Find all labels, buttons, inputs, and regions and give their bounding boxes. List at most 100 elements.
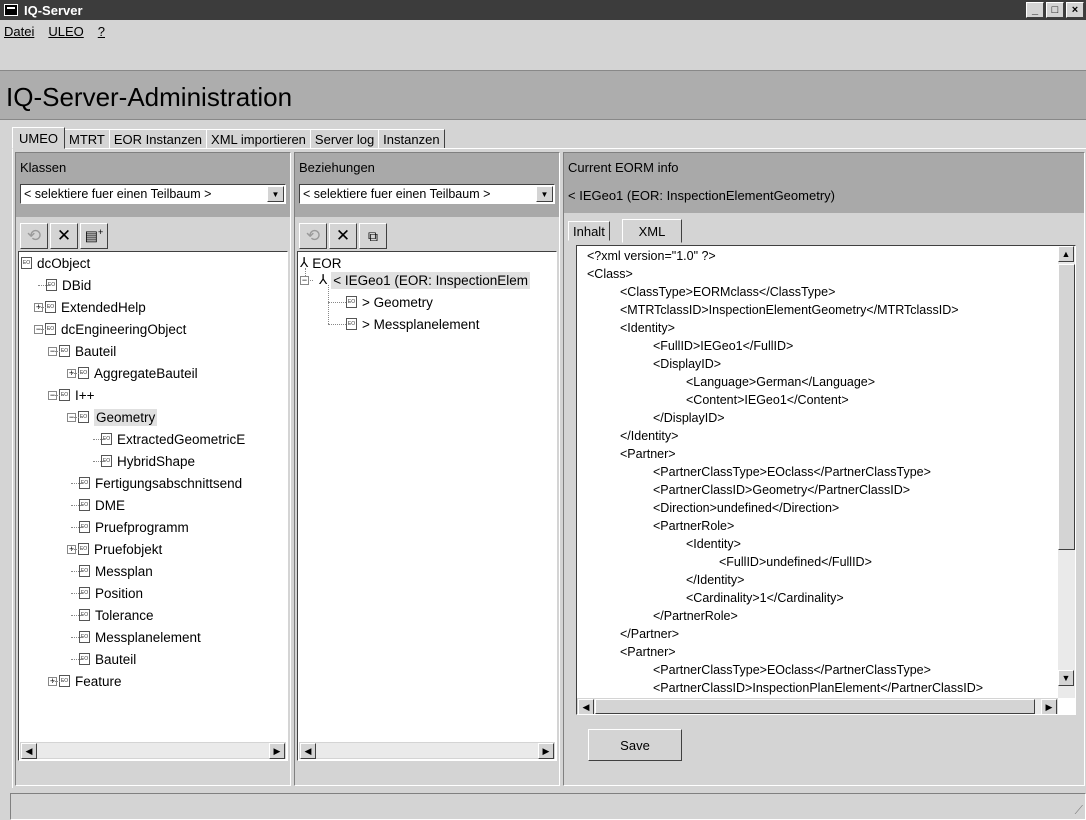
page-title: IQ-Server-Administration	[6, 82, 293, 112]
main-tabs: UMEO MTRT EOR Instanzen XML importieren …	[12, 127, 445, 149]
tree-node[interactable]: EO Messplan	[21, 560, 153, 582]
xml-line: <FullID>undefined</FullID>	[719, 555, 872, 569]
xml-line: <Content>IEGeo1</Content>	[686, 393, 849, 407]
scroll-right-button[interactable]: ▶	[538, 743, 554, 759]
add-class-button[interactable]: ▤+	[80, 223, 108, 249]
tree-node-label: > Geometry	[362, 294, 433, 310]
scroll-thumb[interactable]	[1058, 264, 1075, 550]
dropdown-arrow-icon[interactable]: ▼	[267, 186, 284, 202]
tree-node-label: Messplanelement	[95, 629, 201, 645]
tree-node[interactable]: EO ExtractedGeometricE	[21, 428, 245, 450]
resize-grip-icon[interactable]: ⟋	[1075, 803, 1083, 818]
menu-help[interactable]: ?	[98, 24, 105, 39]
tree-node-label: Feature	[75, 673, 122, 689]
scroll-up-button[interactable]: ▲	[1058, 246, 1074, 262]
add-relation-button[interactable]: ⧉	[359, 223, 387, 249]
close-button[interactable]: ×	[1066, 2, 1084, 18]
tree-node[interactable]: + EO AggregateBauteil	[21, 362, 198, 384]
tree-node-label: HybridShape	[117, 453, 196, 469]
tree-node-iegeo1[interactable]: − ⅄ < IEGeo1 (EOR: InspectionElem	[300, 269, 530, 291]
delete-x-icon: ✕	[56, 226, 72, 245]
tree-node[interactable]: EO Position	[21, 582, 143, 604]
class-icon: EO	[346, 296, 357, 308]
collapse-icon[interactable]: −	[300, 275, 309, 285]
tree-node[interactable]: EO dcObject	[21, 252, 90, 274]
title-bar[interactable]: IQ-Server _ □ ×	[0, 0, 1086, 20]
xml-line: <Partner>	[620, 645, 676, 659]
maximize-button[interactable]: □	[1046, 2, 1064, 18]
scroll-left-button[interactable]: ◀	[21, 743, 37, 759]
tree-node-label: dcEngineeringObject	[61, 321, 187, 337]
scroll-down-button[interactable]: ▼	[1058, 670, 1074, 686]
tab-umeo[interactable]: UMEO	[12, 127, 65, 149]
tree-node[interactable]: EO HybridShape	[21, 450, 195, 472]
tree-node-label: ExtractedGeometricE	[117, 431, 246, 447]
tree-node[interactable]: EO DBid	[21, 274, 91, 296]
menu-datei[interactable]: Datei	[4, 24, 34, 39]
tab-xml-importieren[interactable]: XML importieren	[206, 129, 311, 149]
tree-node[interactable]: + EO Pruefobjekt	[21, 538, 162, 560]
tab-server-log[interactable]: Server log	[309, 129, 380, 149]
relations-tree[interactable]: ⅄ EOR − ⅄ < IEGeo1 (EOR: InspectionElem …	[297, 251, 557, 761]
scroll-thumb[interactable]	[595, 699, 1035, 714]
scroll-left-button[interactable]: ◀	[578, 699, 594, 714]
save-button[interactable]: Save	[588, 729, 682, 761]
xml-line: <PartnerClassID>InspectionPlanElement</P…	[653, 681, 984, 695]
tree-node[interactable]: − EO dcEngineeringObject	[21, 318, 186, 340]
classes-tree[interactable]: EO dcObject EO DBid + EO ExtendedHelp − EO dcEngi…	[18, 251, 288, 761]
tree-node-label: Position	[95, 585, 144, 601]
relations-subtree-select[interactable]: < selektiere fuer einen Teilbaum > ▼	[299, 184, 555, 204]
tree-node[interactable]: EO Fertigungsabschnittsend	[21, 472, 242, 494]
tree-node-messplanelement[interactable]: EO > Messplanelement	[346, 313, 479, 335]
relations-toolbar: ⟲ ✕ ⧉	[299, 223, 389, 249]
tab-inhalt[interactable]: Inhalt	[568, 221, 610, 241]
tree-node[interactable]: + EO Feature	[21, 670, 122, 692]
tree-node[interactable]: EO DME	[21, 494, 125, 516]
tree-node[interactable]: EO Pruefprogramm	[21, 516, 189, 538]
tree-node-geometry[interactable]: EO > Geometry	[346, 291, 433, 313]
tree-node-label: Pruefprogramm	[95, 519, 189, 535]
relations-select-value: < selektiere fuer einen Teilbaum >	[303, 187, 491, 201]
tree-node[interactable]: − EO I++	[21, 384, 95, 406]
classes-hscrollbar[interactable]: ◀ ▶	[20, 742, 286, 759]
xml-vscrollbar[interactable]: ▲ ▼	[1058, 246, 1075, 698]
classes-toolbar: ⟲ ✕ ▤+	[20, 223, 110, 249]
scroll-right-button[interactable]: ▶	[1041, 699, 1057, 714]
refresh-button[interactable]: ⟲	[20, 223, 48, 249]
relations-hscrollbar[interactable]: ◀ ▶	[299, 742, 555, 759]
xml-line: <Language>German</Language>	[686, 375, 876, 389]
info-header: Current EORM info < IEGeo1 (EOR: Inspect…	[564, 153, 1084, 213]
xml-line: <ClassType>EORMclass</ClassType>	[620, 285, 836, 299]
tree-node[interactable]: EO Messplanelement	[21, 626, 201, 648]
xml-line: <FullID>IEGeo1</FullID>	[653, 339, 794, 353]
tree-node[interactable]: + EO ExtendedHelp	[21, 296, 146, 318]
xml-line: <Class>	[587, 267, 633, 281]
class-icon: EO	[21, 257, 32, 269]
delete-button[interactable]: ✕	[50, 223, 78, 249]
status-bar: ⟋	[10, 793, 1086, 820]
xml-hscrollbar[interactable]: ◀ ▶	[577, 698, 1058, 714]
xml-line: <Direction>undefined</Direction>	[653, 501, 840, 515]
tree-node[interactable]: − EO Bauteil	[21, 340, 116, 362]
xml-line: </DisplayID>	[653, 411, 725, 425]
tab-instanzen[interactable]: Instanzen	[378, 129, 445, 149]
tree-node-label: Fertigungsabschnittsend	[95, 475, 243, 491]
tree-node[interactable]: EO Bauteil	[21, 648, 136, 670]
refresh-button[interactable]: ⟲	[299, 223, 327, 249]
tree-node[interactable]: EO Tolerance	[21, 604, 154, 626]
xml-content-view[interactable]: <?xml version="1.0" ?> <Class> <ClassType>…	[576, 245, 1076, 715]
tab-xml[interactable]: XML	[622, 219, 682, 243]
tree-node[interactable]: − EO Geometry	[21, 406, 158, 428]
tab-eor-instanzen[interactable]: EOR Instanzen	[108, 129, 208, 149]
delete-button[interactable]: ✕	[329, 223, 357, 249]
dropdown-arrow-icon[interactable]: ▼	[536, 186, 553, 202]
tab-mtrt[interactable]: MTRT	[64, 129, 110, 149]
minimize-button[interactable]: _	[1026, 2, 1044, 18]
scroll-left-button[interactable]: ◀	[300, 743, 316, 759]
classes-subtree-select[interactable]: < selektiere fuer einen Teilbaum > ▼	[20, 184, 286, 204]
tree-node-label: Tolerance	[95, 607, 154, 623]
tree-node-label: dcObject	[37, 255, 91, 271]
relations-panel: Beziehungen < selektiere fuer einen Teil…	[294, 152, 560, 786]
scroll-right-button[interactable]: ▶	[269, 743, 285, 759]
menu-uleo[interactable]: ULEO	[48, 24, 83, 39]
